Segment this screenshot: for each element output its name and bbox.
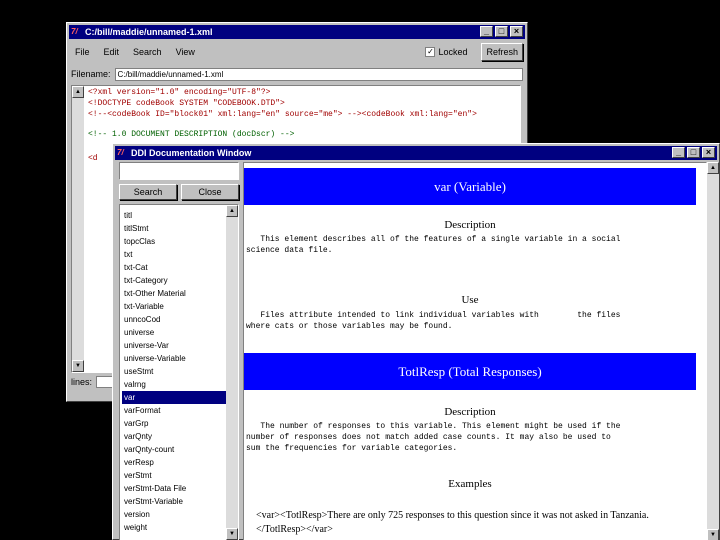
code-line: <?xml version="1.0" encoding="UTF-8"?> — [88, 88, 271, 97]
section-heading: Use — [461, 294, 479, 306]
code-line: <d — [88, 154, 98, 163]
filename-label: Filename: — [71, 69, 111, 79]
list-item[interactable]: txt — [122, 248, 226, 261]
lines-row: lines: — [71, 375, 117, 389]
scroll-up-arrow-icon[interactable]: ▲ — [226, 205, 238, 217]
list-item[interactable]: txt-Variable — [122, 300, 226, 313]
search-input[interactable] — [119, 162, 239, 180]
scroll-down-arrow-icon[interactable]: ▼ — [226, 528, 238, 540]
editor-scrollbar[interactable]: ▲ ▼ — [72, 86, 84, 372]
documentation-view: var (Variable) Description This element … — [243, 162, 707, 540]
close-button[interactable]: Close — [181, 184, 239, 200]
lines-label: lines: — [71, 377, 93, 387]
section-heading: Description — [444, 219, 496, 231]
list-item[interactable]: weight — [122, 521, 226, 534]
list-scrollbar[interactable]: ▲ ▼ — [226, 205, 238, 540]
locked-toggle[interactable]: ✓ Locked — [425, 47, 467, 57]
editor-title: C:/bill/maddie/unnamed-1.xml — [85, 27, 213, 37]
section-text: This element describes all of the featur… — [246, 235, 621, 255]
minimize-button[interactable]: _ — [672, 147, 685, 158]
element-banner: var (Variable) — [244, 168, 696, 205]
list-item[interactable]: varQnty — [122, 430, 226, 443]
ddi-documentation-window: 7/ DDI Documentation Window _ □ × Search… — [112, 143, 720, 540]
menu-search[interactable]: Search — [133, 47, 162, 57]
editor-titlebar[interactable]: 7/ C:/bill/maddie/unnamed-1.xml _ □ × — [69, 25, 525, 39]
app-logo-icon: 7/ — [71, 27, 78, 36]
list-item[interactable]: topcClas — [122, 235, 226, 248]
doc-scrollbar[interactable]: ▲ ▼ — [707, 162, 719, 540]
list-item[interactable]: universe-Var — [122, 339, 226, 352]
ddi-title: DDI Documentation Window — [131, 148, 252, 158]
app-logo-icon: 7/ — [117, 148, 124, 157]
section-text: The number of responses to this variable… — [246, 422, 621, 453]
scroll-down-arrow-icon[interactable]: ▼ — [72, 360, 84, 372]
refresh-button[interactable]: Refresh — [481, 43, 523, 61]
maximize-button[interactable]: □ — [687, 147, 700, 158]
list-item[interactable]: version — [122, 508, 226, 521]
list-item[interactable]: txt-Category — [122, 274, 226, 287]
list-item[interactable]: universe — [122, 326, 226, 339]
list-item[interactable]: verStmt — [122, 469, 226, 482]
element-banner: TotlResp (Total Responses) — [244, 353, 696, 390]
list-item[interactable]: varGrp — [122, 417, 226, 430]
list-item[interactable]: var — [122, 391, 226, 404]
locked-checkbox[interactable]: ✓ — [425, 47, 436, 57]
minimize-button[interactable]: _ — [480, 26, 493, 37]
list-item[interactable]: verStmt-Variable — [122, 495, 226, 508]
list-item[interactable]: titl — [122, 209, 226, 222]
menu-view[interactable]: View — [176, 47, 195, 57]
editor-menubar: File Edit Search View ✓ Locked Refresh — [71, 43, 523, 61]
list-item[interactable]: valrng — [122, 378, 226, 391]
ddi-titlebar[interactable]: 7/ DDI Documentation Window _ □ × — [115, 146, 717, 160]
locked-label: Locked — [438, 47, 468, 57]
list-item[interactable]: verResp — [122, 456, 226, 469]
section-text: Files attribute intended to link individ… — [246, 311, 621, 331]
list-item[interactable]: titlStmt — [122, 222, 226, 235]
section-text: <var><TotlResp>There are only 725 respon… — [256, 510, 649, 535]
list-item[interactable]: varFormat — [122, 404, 226, 417]
scroll-down-arrow-icon[interactable]: ▼ — [707, 529, 719, 540]
filename-row: Filename: C:/bill/maddie/unnamed-1.xml — [71, 67, 523, 81]
list-item[interactable]: txt-Other Material — [122, 287, 226, 300]
maximize-button[interactable]: □ — [495, 26, 508, 37]
menu-file[interactable]: File — [75, 47, 90, 57]
list-item[interactable]: universe-Variable — [122, 352, 226, 365]
element-list[interactable]: titl titlStmt topcClas txt txt-Cat txt-Catego… — [119, 204, 239, 540]
list-item[interactable]: varQnty-count — [122, 443, 226, 456]
close-window-button[interactable]: × — [510, 26, 523, 37]
scroll-up-arrow-icon[interactable]: ▲ — [707, 162, 719, 174]
list-item[interactable]: verStmt-Data File — [122, 482, 226, 495]
scroll-up-arrow-icon[interactable]: ▲ — [72, 86, 84, 98]
section-heading: Description — [444, 406, 496, 418]
code-line: <!--<codeBook ID="block01" xml:lang="en"… — [88, 110, 477, 119]
menu-edit[interactable]: Edit — [104, 47, 120, 57]
section-heading: Examples — [448, 478, 492, 490]
code-line: <!-- 1.0 DOCUMENT DESCRIPTION (docDscr) … — [88, 130, 295, 139]
close-window-button[interactable]: × — [702, 147, 715, 158]
list-item[interactable]: txt-Cat — [122, 261, 226, 274]
search-button[interactable]: Search — [119, 184, 177, 200]
code-line: <!DOCTYPE codeBook SYSTEM "CODEBOOK.DTD"… — [88, 99, 285, 108]
list-item[interactable]: unncoCod — [122, 313, 226, 326]
filename-field[interactable]: C:/bill/maddie/unnamed-1.xml — [114, 67, 523, 81]
list-item[interactable]: useStmt — [122, 365, 226, 378]
